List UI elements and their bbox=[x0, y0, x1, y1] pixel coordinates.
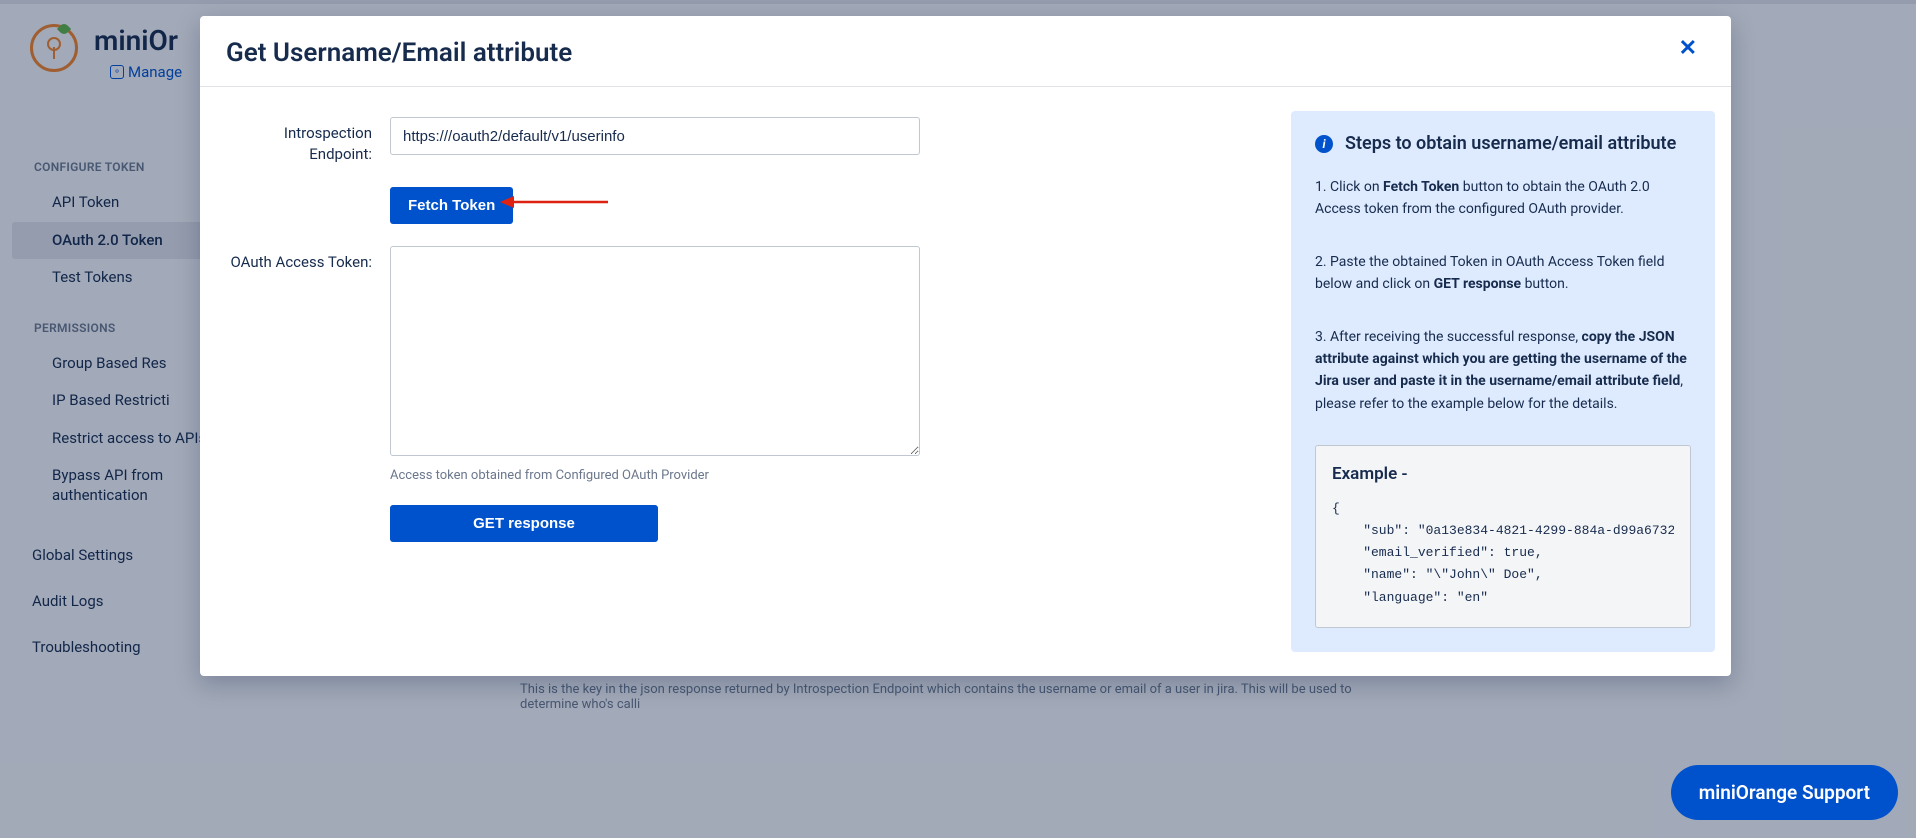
arrow-annotation-icon bbox=[500, 193, 610, 211]
modal-title: Get Username/Email attribute bbox=[226, 38, 572, 68]
info-scroll-area[interactable]: i Steps to obtain username/email attribu… bbox=[1291, 87, 1731, 676]
get-response-button[interactable]: GET response bbox=[390, 505, 658, 542]
close-icon[interactable]: ✕ bbox=[1675, 38, 1701, 60]
info-icon: i bbox=[1315, 135, 1333, 153]
introspection-input[interactable] bbox=[390, 117, 920, 155]
info-step-2: 2. Paste the obtained Token in OAuth Acc… bbox=[1315, 251, 1691, 296]
oauth-token-textarea[interactable] bbox=[390, 246, 920, 456]
example-title: Example - bbox=[1332, 464, 1674, 484]
support-badge[interactable]: miniOrange Support bbox=[1671, 765, 1898, 820]
example-code: { "sub": "0a13e834-4821-4299-884a-d99a67… bbox=[1332, 498, 1674, 608]
info-step-1: 1. Click on Fetch Token button to obtain… bbox=[1315, 176, 1691, 221]
example-box: Example - { "sub": "0a13e834-4821-4299-8… bbox=[1315, 445, 1691, 627]
info-step-3: 3. After receiving the successful respon… bbox=[1315, 326, 1691, 416]
modal: Get Username/Email attribute ✕ Introspec… bbox=[200, 16, 1731, 676]
oauth-token-label: OAuth Access Token: bbox=[220, 246, 390, 483]
info-title: Steps to obtain username/email attribute bbox=[1345, 133, 1676, 154]
fetch-token-button[interactable]: Fetch Token bbox=[390, 187, 513, 224]
introspection-label: Introspection Endpoint: bbox=[220, 117, 390, 165]
oauth-token-help: Access token obtained from Configured OA… bbox=[390, 468, 920, 483]
